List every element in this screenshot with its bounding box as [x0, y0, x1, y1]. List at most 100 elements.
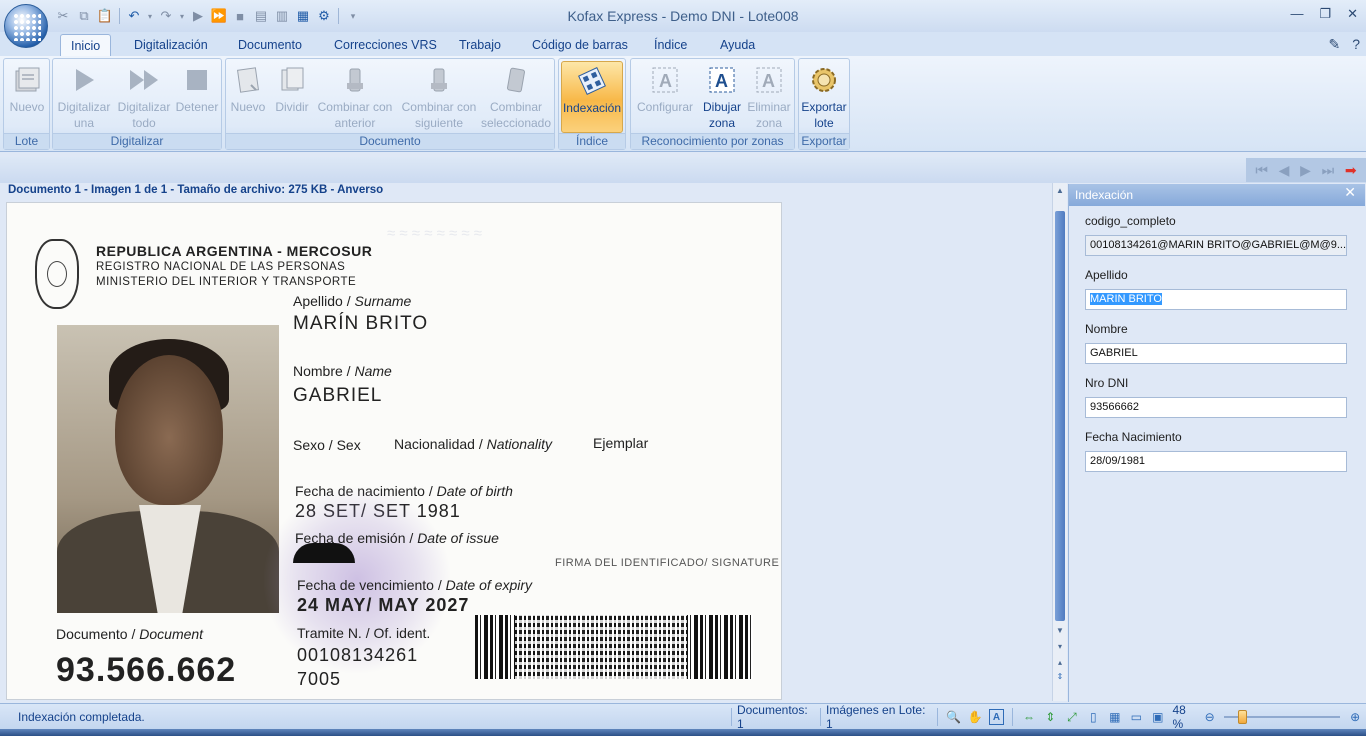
group-lote: Nuevo Lote: [3, 58, 50, 150]
field-label-apellido: Apellido: [1085, 268, 1128, 282]
document-info: Documento 1 - Imagen 1 de 1 - Tamaño de …: [8, 184, 384, 196]
field-codigo-completo[interactable]: 00108134261@MARIN BRITO@GABRIEL@M@9...: [1085, 235, 1347, 256]
document-image: ≈ ≈ ≈ ≈ ≈ ≈ ≈ ≈ REPUBLICA ARGENTINA - ME…: [6, 202, 782, 700]
first-document-icon[interactable]: ⏮: [1255, 162, 1268, 179]
single-page-icon[interactable]: ▭: [1129, 709, 1144, 725]
stop-icon: [180, 63, 214, 97]
field-apellido[interactable]: MARIN BRITO: [1085, 289, 1347, 310]
tab-trabajo[interactable]: Trabajo: [449, 34, 511, 56]
minimize-icon[interactable]: —: [1290, 6, 1303, 22]
fit-height-icon[interactable]: ⇕: [1043, 709, 1058, 725]
group-indice: Indexación Índice: [558, 58, 626, 150]
panel-close-icon[interactable]: ✕: [1344, 184, 1356, 201]
coat-of-arms-icon: [35, 239, 79, 309]
window-controls: — ❐ ✕: [1290, 6, 1358, 22]
fast-forward-icon: [127, 63, 161, 97]
group-label-zonas: Reconocimiento por zonas: [631, 133, 794, 149]
thumbnails-icon[interactable]: ▦: [1107, 709, 1122, 725]
zoom-tool-icon[interactable]: 🔍: [946, 709, 961, 725]
fit-page-icon[interactable]: ⤢: [1064, 709, 1079, 725]
new-batch-icon: [10, 63, 44, 97]
merge-next-icon: [422, 63, 456, 97]
tab-documento[interactable]: Documento: [228, 34, 312, 56]
maximize-icon[interactable]: ❐: [1319, 6, 1331, 22]
stop-button[interactable]: Detener: [175, 61, 219, 133]
field-fecha-nacimiento[interactable]: 28/09/1981: [1085, 451, 1347, 472]
tab-correcciones-vrs[interactable]: Correcciones VRS: [324, 34, 447, 56]
field-nro-dni[interactable]: 93566662: [1085, 397, 1347, 418]
options-icon[interactable]: ✎: [1328, 36, 1340, 53]
last-document-icon[interactable]: ⏭: [1322, 162, 1335, 179]
field-label-nombre: Nombre: [1085, 322, 1128, 336]
indexing-button[interactable]: Indexación: [561, 61, 623, 133]
field-nombre[interactable]: GABRIEL: [1085, 343, 1347, 364]
delete-zone-button[interactable]: A Eliminar zona: [745, 61, 793, 133]
status-message: Indexación completada.: [18, 710, 145, 724]
zoom-slider-thumb[interactable]: [1238, 710, 1248, 724]
page-view-icon[interactable]: ▣: [1150, 709, 1165, 725]
export-gear-icon: [807, 63, 841, 97]
tab-codigo-de-barras[interactable]: Código de barras: [522, 34, 638, 56]
previous-document-icon[interactable]: ◀: [1279, 162, 1290, 179]
tab-indice[interactable]: Índice: [644, 34, 697, 56]
scan-one-button[interactable]: Digitalizar una: [55, 61, 113, 133]
actual-size-icon[interactable]: ▯: [1086, 709, 1101, 725]
svg-text:A: A: [715, 71, 728, 91]
zoom-level: 48 %: [1172, 703, 1186, 731]
new-document-button[interactable]: Nuevo: [228, 61, 268, 133]
merge-selected-button[interactable]: Combinar seleccionado: [480, 61, 552, 133]
split-button[interactable]: Dividir: [270, 61, 314, 133]
scroll-up-icon[interactable]: ▲: [1054, 185, 1066, 197]
zoom-slider[interactable]: [1224, 710, 1341, 724]
close-icon[interactable]: ✕: [1347, 6, 1358, 22]
vertical-scrollbar[interactable]: ▲ ▼ ▾ ▴ ⇕: [1052, 183, 1067, 701]
group-exportar: Exportar lote Exportar: [798, 58, 850, 150]
fit-width-icon[interactable]: ⇔: [1021, 709, 1036, 725]
scroll-thumb[interactable]: [1055, 211, 1065, 621]
draw-zone-button[interactable]: A Dibujar zona: [699, 61, 745, 133]
scroll-down-icon[interactable]: ▼: [1054, 625, 1066, 637]
ribbon-tabs: Inicio Digitalización Documento Correcci…: [0, 32, 1366, 56]
window-title: Kofax Express - Demo DNI - Lote008: [567, 8, 799, 24]
page-up-icon[interactable]: ▴: [1054, 657, 1066, 669]
group-label-lote: Lote: [4, 133, 49, 149]
images-count: Imágenes en Lote: 1: [826, 703, 926, 731]
scan-all-button[interactable]: Digitalizar todo: [115, 61, 173, 133]
tab-inicio[interactable]: Inicio: [60, 34, 112, 56]
new-batch-button[interactable]: Nuevo: [6, 61, 48, 133]
ribbon: Nuevo Lote Digitalizar una Digitalizar t…: [0, 56, 1366, 152]
group-label-exportar: Exportar: [799, 133, 849, 149]
documents-count: Documentos: 1: [736, 703, 808, 731]
split-icon: [275, 63, 309, 97]
application-menu-button[interactable]: [4, 4, 48, 48]
document-navigation: ⏮ ◀ ▶ ⏭ ➡: [1246, 158, 1366, 182]
pan-hand-icon[interactable]: ✋: [967, 709, 983, 725]
tab-digitalizacion[interactable]: Digitalización: [124, 34, 218, 56]
group-label-indice: Índice: [559, 133, 625, 149]
group-label-digitalizar: Digitalizar: [53, 133, 221, 149]
next-invalid-icon[interactable]: ➡: [1345, 162, 1357, 179]
group-documento: Nuevo Dividir Combinar con anterior Comb…: [225, 58, 555, 150]
svg-text:A: A: [762, 71, 775, 91]
next-document-icon[interactable]: ▶: [1300, 162, 1311, 179]
configure-zones-button[interactable]: A Configurar: [633, 61, 697, 133]
panel-title: Indexación: [1069, 184, 1365, 206]
delete-zone-icon: A: [752, 63, 786, 97]
draw-zone-icon: A: [705, 63, 739, 97]
merge-selected-icon: [499, 63, 533, 97]
indexing-icon: [575, 64, 609, 98]
zone-select-icon[interactable]: A: [988, 709, 1005, 725]
merge-next-button[interactable]: Combinar con siguiente: [398, 61, 480, 133]
navigation-strip: ⏮ ◀ ▶ ⏭ ➡: [0, 157, 1366, 183]
help-icon[interactable]: ?: [1352, 36, 1360, 53]
zoom-in-icon[interactable]: ⊕: [1347, 709, 1362, 725]
tab-ayuda[interactable]: Ayuda: [710, 34, 765, 56]
zoom-out-icon[interactable]: ⊖: [1202, 709, 1217, 725]
status-bar: Indexación completada. Documentos: 1 Imá…: [0, 703, 1366, 731]
image-viewer[interactable]: ≈ ≈ ≈ ≈ ≈ ≈ ≈ ≈ REPUBLICA ARGENTINA - ME…: [0, 200, 1052, 702]
merge-previous-button[interactable]: Combinar con anterior: [316, 61, 394, 133]
page-down-icon[interactable]: ▾: [1054, 641, 1066, 653]
export-batch-button[interactable]: Exportar lote: [801, 61, 847, 133]
indexing-panel: Indexación ✕ codigo_completo 00108134261…: [1068, 184, 1365, 702]
fit-page-icon[interactable]: ⇕: [1054, 671, 1066, 683]
